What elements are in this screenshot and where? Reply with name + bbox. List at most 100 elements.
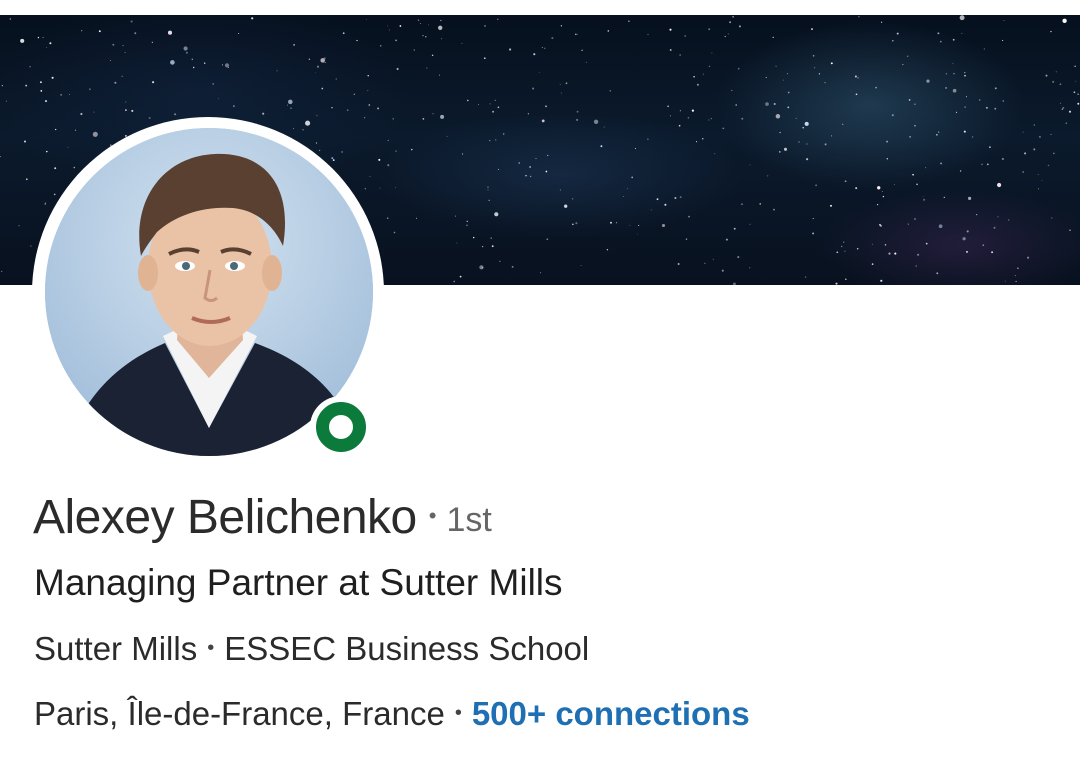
star [559, 189, 561, 191]
star [44, 203, 47, 205]
star [976, 214, 978, 216]
star [454, 215, 456, 217]
star [964, 74, 966, 77]
star [1068, 110, 1072, 113]
star [217, 98, 219, 99]
star [393, 231, 396, 234]
star [576, 118, 579, 121]
star [892, 39, 894, 42]
star [541, 46, 543, 49]
connections-link[interactable]: 500+ connections [472, 695, 750, 732]
star [331, 106, 333, 109]
education-school[interactable]: ESSEC Business School [224, 630, 589, 667]
presence-ring-icon [316, 402, 366, 452]
star [959, 170, 962, 172]
star [679, 54, 681, 56]
star [92, 131, 98, 137]
star [1, 270, 3, 273]
star [738, 25, 741, 28]
star [191, 58, 193, 60]
star [964, 72, 966, 74]
org-separator: • [207, 637, 215, 659]
star [324, 62, 326, 64]
star [725, 238, 728, 241]
star [811, 28, 813, 31]
star [786, 73, 788, 75]
star [131, 109, 134, 112]
star [399, 25, 402, 27]
star [341, 151, 343, 153]
star [379, 187, 381, 189]
star [1047, 164, 1050, 167]
star [30, 245, 32, 247]
star [564, 204, 568, 208]
star [5, 100, 7, 102]
star [484, 25, 486, 27]
star [369, 175, 371, 177]
star [518, 162, 520, 164]
star [316, 65, 320, 68]
star [422, 118, 425, 120]
star [479, 265, 484, 270]
star [575, 33, 577, 36]
star [773, 208, 775, 211]
degree-separator: • [428, 503, 437, 528]
star [787, 106, 790, 109]
star [593, 119, 599, 124]
star [1062, 107, 1065, 109]
star [804, 121, 809, 126]
current-company[interactable]: Sutter Mills [34, 630, 197, 667]
star [167, 30, 173, 35]
star [759, 203, 761, 205]
star [1077, 102, 1080, 105]
star [37, 36, 40, 39]
profile-page: Alexey Belichenko • 1st Managing Partner a… [0, 0, 1080, 763]
star [367, 90, 369, 92]
star [319, 149, 321, 151]
profile-headline: Managing Partner at Sutter Mills [34, 562, 563, 603]
star [535, 158, 537, 159]
star [1002, 39, 1004, 41]
star [824, 143, 827, 146]
location-line: Paris, Île-de-France, France • 500+ connec… [34, 695, 750, 733]
star [98, 30, 101, 33]
star [134, 32, 137, 35]
star [380, 45, 382, 47]
star [685, 238, 688, 240]
star [1052, 80, 1055, 83]
name-line: Alexey Belichenko • 1st [33, 490, 492, 545]
star [925, 167, 927, 169]
star [456, 242, 458, 244]
star [965, 96, 968, 98]
star [93, 111, 95, 113]
star [631, 176, 634, 179]
star [749, 164, 751, 166]
star [955, 111, 958, 113]
star [54, 167, 57, 170]
star [963, 130, 966, 133]
star [936, 134, 938, 136]
star [1041, 179, 1043, 181]
star [854, 75, 857, 78]
star [844, 250, 846, 252]
star [438, 74, 440, 76]
star [417, 19, 420, 21]
star [581, 49, 583, 52]
star [965, 250, 969, 253]
star [779, 132, 781, 134]
star [497, 106, 500, 109]
star [939, 40, 942, 43]
star [9, 18, 11, 20]
star [580, 264, 582, 267]
star [830, 204, 832, 207]
star [917, 253, 920, 256]
star [364, 117, 366, 119]
star [688, 215, 690, 218]
star [914, 103, 916, 105]
star [661, 223, 666, 228]
star [509, 48, 512, 51]
star [782, 79, 784, 81]
star [560, 92, 562, 94]
star [67, 146, 69, 148]
star [732, 16, 734, 18]
